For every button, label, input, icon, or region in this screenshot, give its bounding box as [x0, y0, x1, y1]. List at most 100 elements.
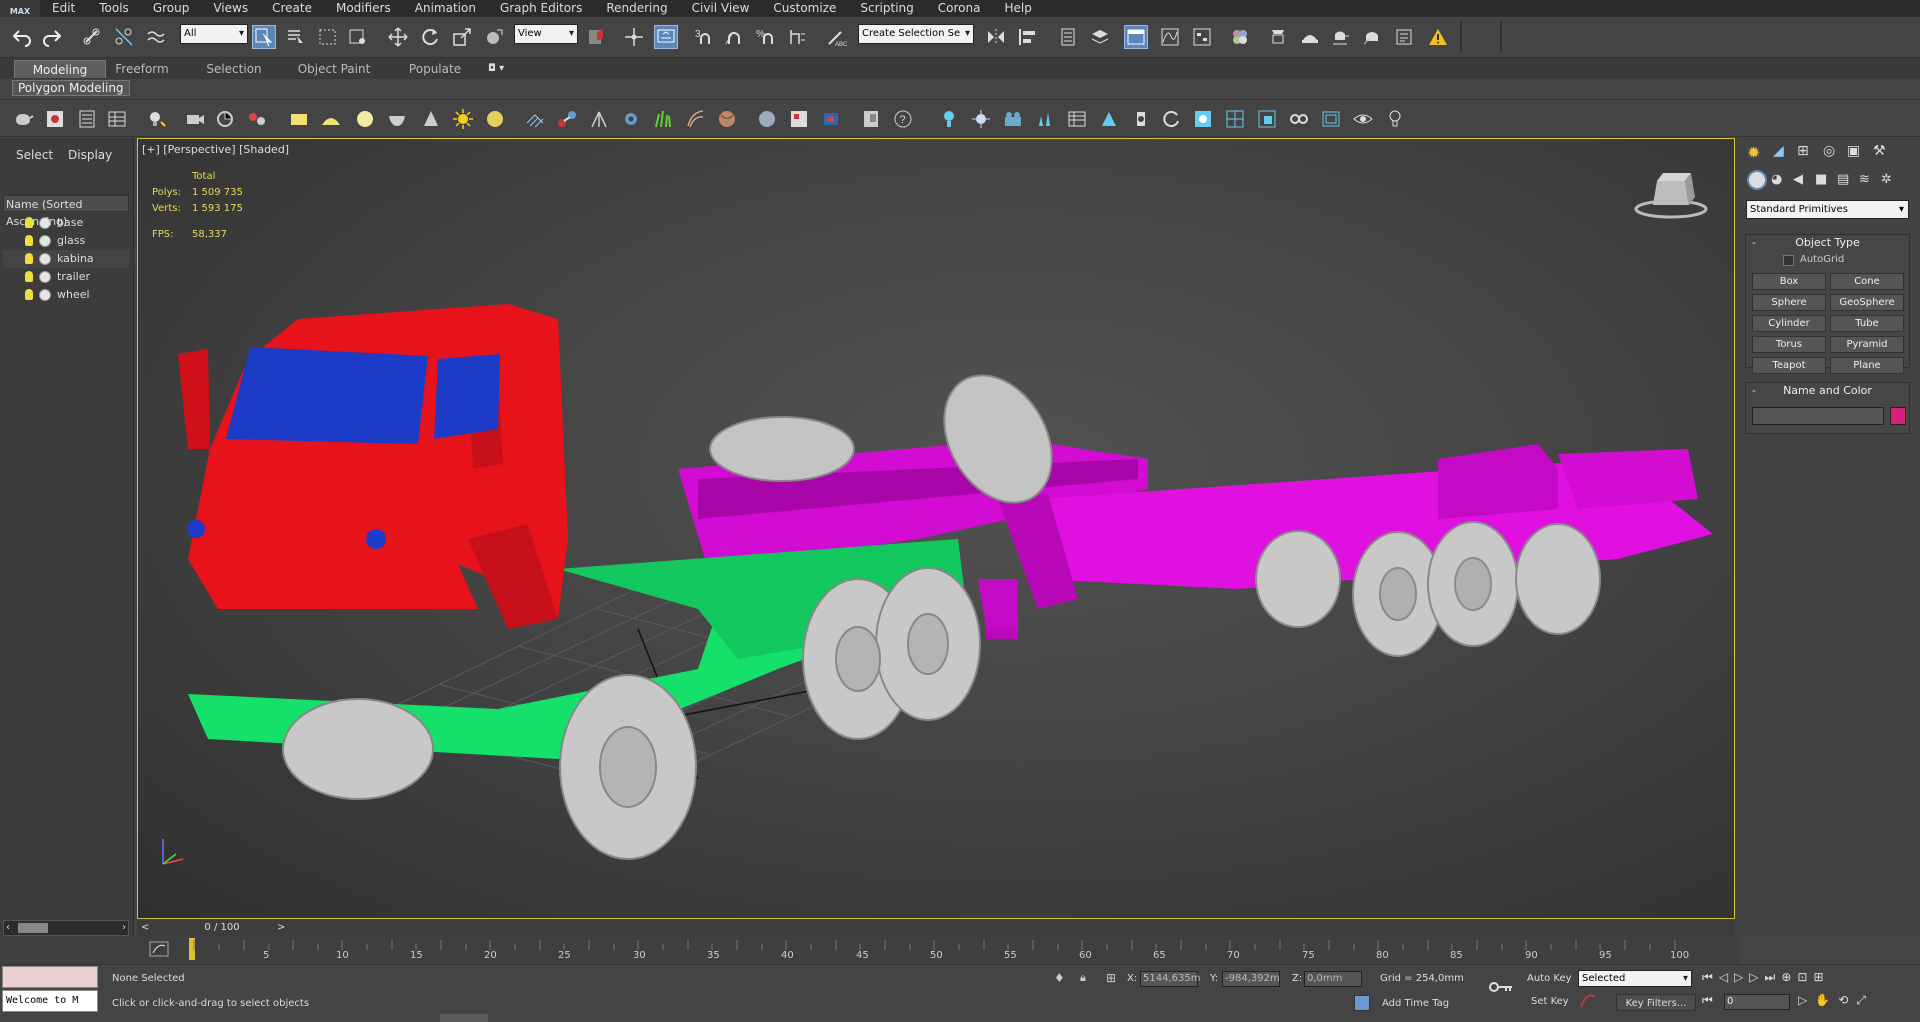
particle-icon[interactable]: [214, 108, 236, 130]
bowl-primitive-icon[interactable]: [386, 108, 408, 130]
mirror-icon[interactable]: [984, 25, 1008, 49]
create-tab-icon[interactable]: ✹: [1747, 143, 1765, 162]
cab-object[interactable]: [178, 304, 568, 629]
cone-button[interactable]: Cone: [1830, 273, 1904, 290]
scene-explorer-tab-select[interactable]: Select: [16, 148, 53, 162]
camera-tool-icon[interactable]: [184, 108, 206, 130]
visibility-icon[interactable]: [39, 289, 51, 301]
go-to-start-icon[interactable]: ⏮: [1702, 970, 1713, 988]
selection-lock-icon[interactable]: 🔒︎: [1080, 971, 1086, 985]
menu-scripting[interactable]: Scripting: [848, 0, 925, 17]
unlink-icon[interactable]: [112, 25, 136, 49]
angle-snap-icon[interactable]: [722, 25, 746, 49]
menu-rendering[interactable]: Rendering: [594, 0, 679, 17]
menu-tools[interactable]: Tools: [87, 0, 141, 17]
rollout-title[interactable]: Object Type: [1746, 235, 1909, 251]
selection-filter-dropdown[interactable]: All: [180, 24, 248, 44]
light-bulb-icon[interactable]: [25, 253, 33, 264]
y-coordinate-field[interactable]: -984,392m: [1222, 971, 1280, 987]
previous-frame-icon[interactable]: ◁: [1719, 970, 1728, 988]
undo-icon[interactable]: [10, 25, 34, 49]
scene-object-row[interactable]: wheel: [3, 286, 129, 304]
tab-modeling[interactable]: Modeling: [14, 60, 106, 78]
place-icon[interactable]: [482, 25, 506, 49]
cone-primitive-icon[interactable]: [420, 108, 442, 130]
menu-edit[interactable]: Edit: [40, 0, 87, 17]
link-icon[interactable]: [80, 25, 104, 49]
key-filters-button[interactable]: Key Filters...: [1616, 994, 1696, 1011]
scroll-thumb[interactable]: [18, 923, 48, 933]
render-iterative-icon[interactable]: [1360, 25, 1384, 49]
render-frame-icon[interactable]: [44, 108, 66, 130]
keyboard-shortcut-override-icon[interactable]: [654, 25, 678, 49]
teapot-icon[interactable]: [12, 108, 34, 130]
pivot-center-icon[interactable]: [584, 25, 608, 49]
toggle-scene-explorer-icon[interactable]: [1056, 25, 1080, 49]
select-manipulate-icon[interactable]: [622, 25, 646, 49]
material-library-icon[interactable]: [1130, 108, 1152, 130]
omni-light-icon[interactable]: [970, 108, 992, 130]
primitive-type-dropdown[interactable]: Standard Primitives: [1746, 200, 1909, 219]
ribbon-panel-polygon-modeling[interactable]: Polygon Modeling: [12, 80, 130, 96]
reference-coordinate-dropdown[interactable]: View: [514, 24, 578, 44]
visibility-icon[interactable]: [39, 235, 51, 247]
time-config-icon[interactable]: ⏮: [1702, 993, 1713, 1008]
scene-object-row[interactable]: base: [3, 214, 129, 232]
shapes-icon[interactable]: ◕: [1771, 172, 1782, 187]
grid-object-icon[interactable]: [524, 108, 546, 130]
key-mode-dropdown[interactable]: Selected: [1578, 970, 1692, 987]
scene-object-row[interactable]: trailer: [3, 268, 129, 286]
object-name-field[interactable]: [1752, 407, 1884, 425]
sky-sphere-icon[interactable]: [484, 108, 506, 130]
table-icon[interactable]: [106, 108, 128, 130]
orbit-icon[interactable]: ⟲: [1838, 993, 1848, 1008]
hair-icon[interactable]: [684, 108, 706, 130]
scroll-right-icon[interactable]: ›: [122, 921, 126, 935]
light-bulb-icon[interactable]: [25, 271, 33, 282]
maxscript-listener-input[interactable]: Welcome to M: [2, 990, 98, 1012]
x-coordinate-field[interactable]: 5144,635m: [1140, 971, 1200, 987]
safe-frame-icon[interactable]: [1320, 108, 1342, 130]
zoom-extents-icon[interactable]: ⊡: [1797, 970, 1807, 988]
chain-icon[interactable]: [1288, 108, 1310, 130]
absolute-mode-icon[interactable]: ⊞: [1106, 971, 1116, 985]
proxy-icon[interactable]: [1002, 108, 1024, 130]
select-object-icon[interactable]: [252, 25, 276, 49]
ribbon-options-icon[interactable]: ◘ ▾: [488, 63, 514, 75]
material-editor-icon[interactable]: [1228, 25, 1252, 49]
scene-object-row[interactable]: kabina: [3, 250, 129, 268]
add-time-tag[interactable]: Add Time Tag: [1382, 995, 1449, 1012]
visibility-icon[interactable]: [39, 217, 51, 229]
menu-help[interactable]: Help: [992, 0, 1043, 17]
rendered-frame-window-icon[interactable]: [1298, 25, 1322, 49]
edit-named-selection-icon[interactable]: ABC: [824, 25, 848, 49]
material-sphere-icon[interactable]: [756, 108, 778, 130]
scene-object-name[interactable]: glass: [57, 232, 85, 250]
set-key-icon[interactable]: [1488, 979, 1514, 995]
sun-light-icon[interactable]: [452, 108, 474, 130]
interactive-render-icon[interactable]: [1098, 108, 1120, 130]
scene-object-name[interactable]: trailer: [57, 268, 90, 286]
tripod-icon[interactable]: [588, 108, 610, 130]
dome-primitive-icon[interactable]: [320, 108, 342, 130]
cylinder-button[interactable]: Cylinder: [1752, 315, 1826, 332]
window-crossing-icon[interactable]: [346, 25, 370, 49]
cameras-icon[interactable]: ■: [1815, 172, 1827, 187]
light-bulb-icon[interactable]: [25, 217, 33, 228]
rotate-icon[interactable]: [418, 25, 442, 49]
time-slider-prev-icon[interactable]: <: [141, 919, 149, 936]
display-tab-icon[interactable]: ▣: [1847, 143, 1865, 161]
pan-hand-icon[interactable]: ✋: [1815, 993, 1830, 1008]
region-render-icon[interactable]: [1224, 108, 1246, 130]
select-by-name-icon[interactable]: [284, 25, 308, 49]
tab-object-paint[interactable]: Object Paint: [292, 60, 376, 78]
dumbbell-icon[interactable]: [556, 108, 578, 130]
toggle-ribbon-icon[interactable]: [1124, 25, 1148, 49]
rollout-title[interactable]: Name and Color: [1746, 383, 1909, 399]
batch-render-icon[interactable]: [860, 108, 882, 130]
spinner-snap-icon[interactable]: [786, 25, 810, 49]
tab-selection[interactable]: Selection: [200, 60, 268, 78]
scene-explorer-tab-display[interactable]: Display: [68, 148, 112, 162]
motion-tab-icon[interactable]: ◎: [1823, 143, 1841, 161]
menu-civil-view[interactable]: Civil View: [680, 0, 762, 17]
